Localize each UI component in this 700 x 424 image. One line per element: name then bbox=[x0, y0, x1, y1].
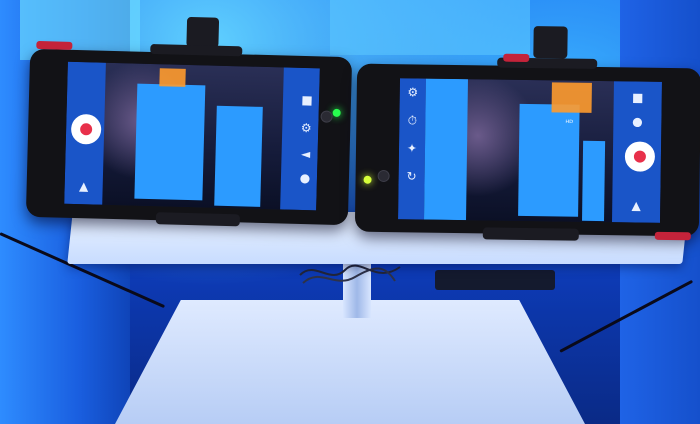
top-clamp bbox=[533, 26, 568, 59]
left-phone: ▲ ⚙ ◄ ● ■ bbox=[25, 16, 353, 227]
left-phone-screen: ▲ ⚙ ◄ ● ■ bbox=[64, 61, 320, 211]
front-sensor bbox=[320, 110, 333, 123]
blue-display-tower bbox=[134, 83, 206, 201]
top-clamp bbox=[186, 16, 220, 48]
back-icon[interactable]: ◄ bbox=[297, 147, 313, 161]
flash-icon[interactable]: ▲ bbox=[76, 179, 92, 193]
home-icon[interactable]: ● bbox=[297, 171, 313, 185]
rear-light-panel bbox=[330, 0, 530, 55]
display-stand-base bbox=[115, 300, 585, 424]
timer-icon[interactable]: ⏱ bbox=[404, 113, 420, 127]
blue-display-block bbox=[582, 140, 606, 222]
effects-icon[interactable]: ✦ bbox=[404, 141, 420, 155]
side-clamp-red bbox=[503, 53, 530, 63]
blue-display-block bbox=[214, 105, 263, 207]
right-phone-screen: ᴴᴰ ⚙ ⏱ ✦ ↻ ▲ ■ ● bbox=[398, 78, 662, 223]
front-sensor bbox=[377, 169, 390, 183]
right-phone: ᴴᴰ ⚙ ⏱ ✦ ↻ ▲ ■ ● bbox=[354, 26, 700, 241]
camera-switch-icon[interactable]: ↻ bbox=[404, 169, 420, 183]
recents-icon[interactable]: ■ bbox=[299, 93, 315, 107]
camera-controls-right bbox=[280, 67, 320, 211]
settings-icon[interactable]: ⚙ bbox=[405, 85, 421, 99]
top-clamp-bar bbox=[150, 43, 243, 57]
bottom-clamp bbox=[482, 227, 579, 241]
status-led bbox=[363, 175, 372, 184]
home-icon[interactable]: ● bbox=[629, 114, 645, 128]
recents-icon[interactable]: ■ bbox=[630, 90, 646, 104]
orange-light bbox=[551, 82, 592, 113]
settings-icon[interactable]: ⚙ bbox=[298, 121, 314, 135]
orange-light bbox=[159, 68, 186, 87]
side-clamp-red bbox=[36, 40, 73, 50]
hdr-badge: ᴴᴰ bbox=[565, 118, 574, 128]
blue-display-panel bbox=[424, 78, 468, 221]
cable-box bbox=[435, 270, 555, 290]
photo-scene: ▲ ⚙ ◄ ● ■ ᴴᴰ ⚙ ⏱ ✦ ↻ ▲ ■ ● bbox=[0, 0, 700, 424]
status-led bbox=[332, 108, 341, 117]
gallery-icon[interactable]: ▲ bbox=[628, 198, 644, 212]
bottom-clamp-red bbox=[654, 231, 691, 241]
bottom-clamp bbox=[155, 212, 240, 227]
